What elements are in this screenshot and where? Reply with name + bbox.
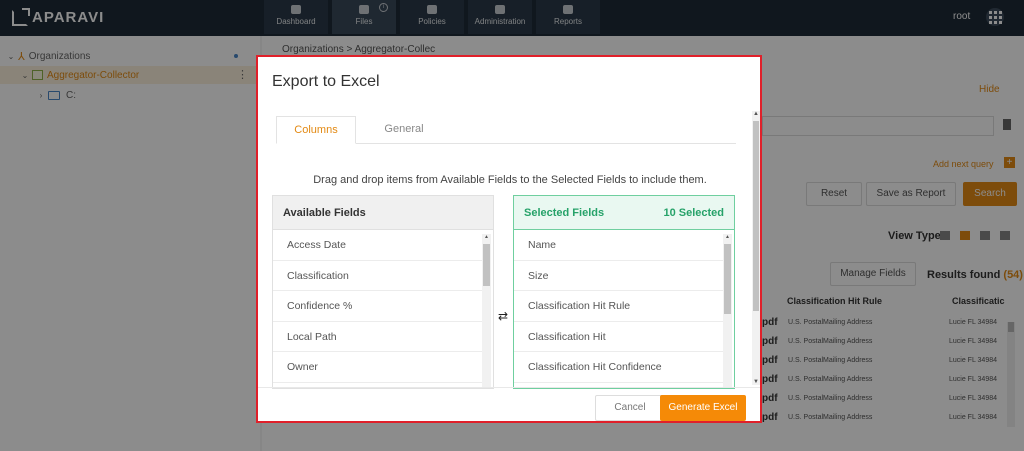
export-to-excel-dialog: Export to Excel ▲ ▼ Columns General Drag…: [256, 55, 762, 423]
dialog-scrollbar[interactable]: ▲ ▼: [752, 111, 760, 385]
dialog-tabs: Columns General: [276, 116, 736, 144]
field-item[interactable]: Classification Hit: [514, 322, 724, 352]
selected-fields-title: Selected Fields: [524, 207, 605, 219]
field-item[interactable]: Name: [514, 230, 724, 261]
scrollbar-thumb[interactable]: [753, 121, 759, 311]
instruction-text: Drag and drop items from Available Field…: [313, 174, 707, 186]
dialog-footer: Cancel Generate Excel: [258, 387, 760, 421]
scroll-up-icon[interactable]: ▲: [482, 234, 491, 240]
available-fields-scrollbar[interactable]: ▲: [482, 234, 491, 388]
tab-general[interactable]: General: [364, 116, 444, 144]
swap-arrows-icon: ⇄: [498, 309, 509, 323]
selected-fields-header: Selected Fields 10 Selected: [514, 196, 734, 230]
scrollbar-thumb[interactable]: [483, 244, 490, 286]
available-fields-panel: Available Fields Access Date Classificat…: [272, 195, 494, 389]
selected-count: 10 Selected: [663, 207, 724, 219]
scroll-up-icon[interactable]: ▲: [723, 234, 732, 240]
field-item[interactable]: Classification: [273, 261, 483, 291]
available-fields-title: Available Fields: [273, 196, 493, 230]
field-item[interactable]: Size: [514, 261, 724, 291]
field-item[interactable]: Classification Hit Rule: [514, 291, 724, 322]
field-item[interactable]: Confidence %: [273, 291, 483, 322]
field-item[interactable]: Local Path: [273, 322, 483, 352]
selected-fields-scrollbar[interactable]: ▲: [723, 234, 732, 388]
scroll-up-icon[interactable]: ▲: [752, 111, 760, 117]
generate-excel-button[interactable]: Generate Excel: [660, 395, 746, 421]
scrollbar-thumb[interactable]: [724, 244, 731, 314]
field-item[interactable]: Access Date: [273, 230, 483, 261]
cancel-button[interactable]: Cancel: [595, 395, 665, 421]
field-item[interactable]: Owner: [273, 352, 483, 383]
field-item[interactable]: Classification Hit Confidence: [514, 352, 724, 383]
selected-fields-panel: Selected Fields 10 Selected Name Size Cl…: [513, 195, 735, 389]
dialog-title: Export to Excel: [272, 73, 380, 90]
scroll-down-icon[interactable]: ▼: [752, 379, 760, 385]
tab-columns[interactable]: Columns: [276, 116, 356, 144]
